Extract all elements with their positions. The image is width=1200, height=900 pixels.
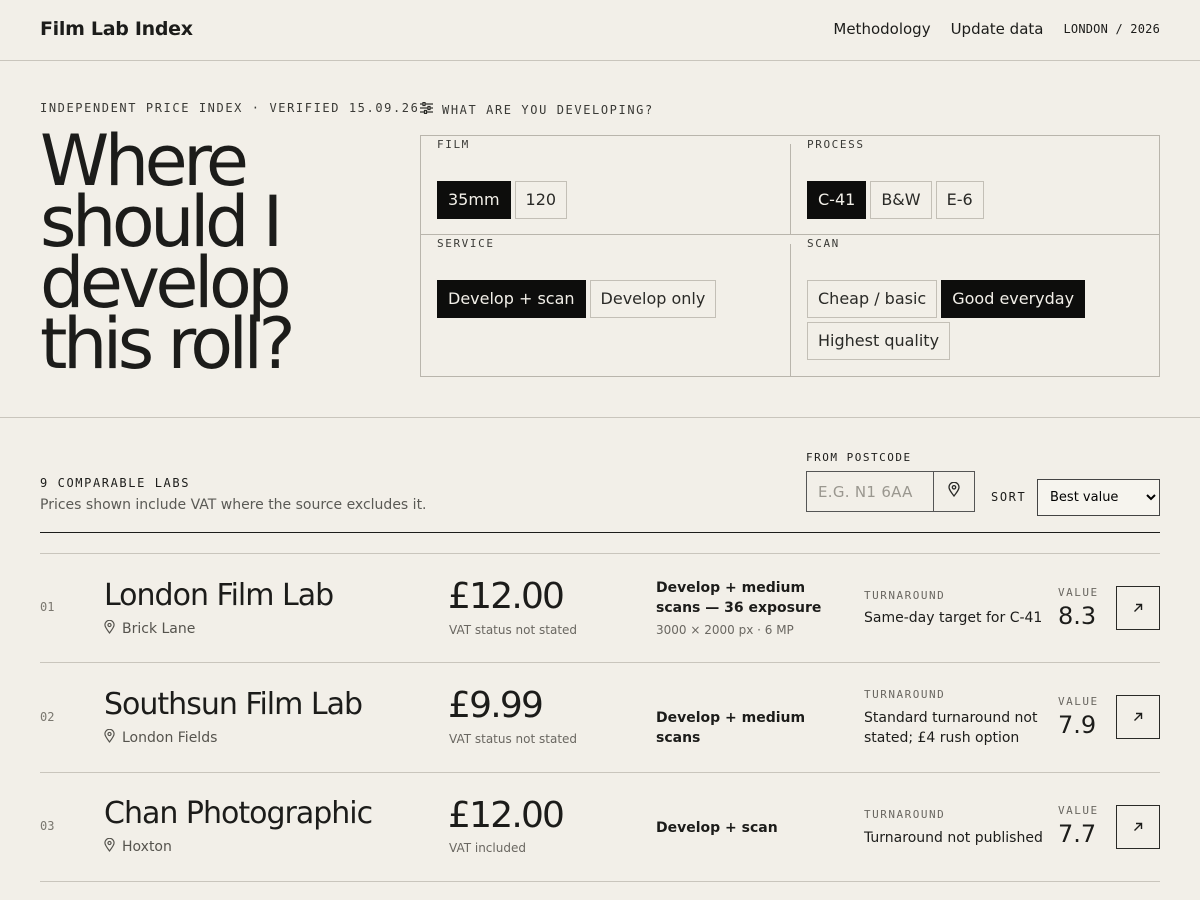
vat-status: VAT status not stated xyxy=(449,732,578,746)
locate-button[interactable] xyxy=(934,472,974,511)
service-description: Develop + medium scans — 36 exposure xyxy=(656,580,822,616)
scan-label: SCAN xyxy=(807,237,840,250)
process-option-e6[interactable]: E-6 xyxy=(935,181,984,219)
lab-name: London Film Lab xyxy=(104,578,334,613)
service-option-develop-only[interactable]: Develop only xyxy=(589,280,717,318)
value-label: VALUE xyxy=(1058,804,1099,817)
turnaround-value: Same-day target for C-41 xyxy=(864,610,1043,626)
vat-status: VAT included xyxy=(449,841,526,855)
lab-name: Chan Photographic xyxy=(104,796,373,831)
lab-area: Hoxton xyxy=(122,839,172,855)
sort-select[interactable]: Best value xyxy=(1037,479,1160,516)
hero-section: INDEPENDENT PRICE INDEX · VERIFIED 15.09… xyxy=(0,61,1200,418)
picker-title: WHAT ARE YOU DEVELOPING? xyxy=(420,101,654,117)
postcode-control xyxy=(806,471,975,512)
lab-price: £12.00 xyxy=(448,795,565,836)
film-group: FILM 35mm 120 xyxy=(421,136,790,234)
lab-row: 03 Chan Photographic Hoxton £12.00 VAT i… xyxy=(40,772,1160,882)
sort-label: SORT xyxy=(991,490,1027,504)
process-option-bw[interactable]: B&W xyxy=(870,181,932,219)
open-lab-button[interactable] xyxy=(1116,805,1160,849)
open-lab-button[interactable] xyxy=(1116,695,1160,739)
scan-group: SCAN Cheap / basic Good everyday Highest… xyxy=(791,235,1159,376)
top-bar: Film Lab Index Methodology Update data L… xyxy=(0,0,1200,61)
turnaround-value: Turnaround not published xyxy=(864,830,1043,846)
open-lab-button[interactable] xyxy=(1116,586,1160,630)
scan-option-good[interactable]: Good everyday xyxy=(941,280,1086,318)
film-option-35mm[interactable]: 35mm xyxy=(437,181,511,219)
lab-location: London Fields xyxy=(104,728,218,747)
map-pin-icon xyxy=(104,837,115,856)
lab-name: Southsun Film Lab xyxy=(104,687,363,722)
map-pin-icon xyxy=(948,481,960,501)
lab-rank: 01 xyxy=(40,600,55,614)
lab-area: Brick Lane xyxy=(122,621,196,637)
lab-row: 02 Southsun Film Lab London Fields £9.99… xyxy=(40,662,1160,772)
lab-price: £9.99 xyxy=(448,685,544,726)
turnaround-value: Standard turnaround not stated; £4 rush … xyxy=(864,710,1038,746)
film-label: FILM xyxy=(437,138,470,151)
lab-row: 01 London Film Lab Brick Lane £12.00 VAT… xyxy=(40,553,1160,663)
arrow-up-right-icon xyxy=(1133,710,1143,725)
process-group: PROCESS C-41 B&W E-6 xyxy=(791,136,1159,234)
arrow-up-right-icon xyxy=(1133,820,1143,835)
nav-methodology[interactable]: Methodology xyxy=(833,20,930,38)
value-label: VALUE xyxy=(1058,586,1099,599)
service-group: SERVICE Develop + scan Develop only xyxy=(421,235,790,376)
scan-option-cheap[interactable]: Cheap / basic xyxy=(807,280,938,318)
hero-eyebrow: INDEPENDENT PRICE INDEX · VERIFIED 15.09… xyxy=(40,101,420,115)
lab-rank: 02 xyxy=(40,710,55,724)
process-options: C-41 B&W E-6 xyxy=(807,181,984,219)
lab-location: Brick Lane xyxy=(104,619,196,638)
service-description: Develop + medium scans xyxy=(656,710,806,746)
lab-area: London Fields xyxy=(122,730,218,746)
film-options: 35mm 120 xyxy=(437,181,568,219)
postcode-label: FROM POSTCODE xyxy=(806,451,912,464)
picker-title-text: WHAT ARE YOU DEVELOPING? xyxy=(442,102,654,117)
arrow-up-right-icon xyxy=(1133,601,1143,616)
turnaround-label: TURNAROUND xyxy=(864,808,946,821)
location-label: LONDON / 2026 xyxy=(1063,22,1160,36)
lab-price: £12.00 xyxy=(448,576,565,617)
sliders-icon xyxy=(420,101,433,117)
scan-option-highest[interactable]: Highest quality xyxy=(807,322,951,360)
map-pin-icon xyxy=(104,619,115,638)
turnaround-label: TURNAROUND xyxy=(864,589,946,602)
brand-logo[interactable]: Film Lab Index xyxy=(40,18,193,40)
options-grid: FILM 35mm 120 PROCESS C-41 B&W E-6 SERVI… xyxy=(420,135,1160,377)
value-label: VALUE xyxy=(1058,695,1099,708)
value-score: 7.7 xyxy=(1058,820,1097,848)
lab-location: Hoxton xyxy=(104,837,172,856)
process-label: PROCESS xyxy=(807,138,865,151)
main-nav: Methodology Update data LONDON / 2026 xyxy=(833,20,1160,38)
page-title: Where should I develop this roll? xyxy=(40,120,296,385)
scan-resolution: 3000 × 2000 px · 6 MP xyxy=(656,623,794,637)
vat-status: VAT status not stated xyxy=(449,623,578,637)
value-score: 7.9 xyxy=(1058,711,1097,739)
service-options: Develop + scan Develop only xyxy=(437,280,717,318)
service-label: SERVICE xyxy=(437,237,495,250)
value-score: 8.3 xyxy=(1058,602,1097,630)
service-description: Develop + scan xyxy=(656,820,778,836)
results-divider xyxy=(40,532,1160,533)
process-option-c41[interactable]: C-41 xyxy=(807,181,867,219)
service-option-develop-scan[interactable]: Develop + scan xyxy=(437,280,586,318)
vat-note: Prices shown include VAT where the sourc… xyxy=(40,497,427,513)
film-option-120[interactable]: 120 xyxy=(514,181,568,219)
nav-update-data[interactable]: Update data xyxy=(951,20,1044,38)
lab-rank: 03 xyxy=(40,819,55,833)
results-count: 9 COMPARABLE LABS xyxy=(40,476,191,490)
scan-options: Cheap / basic Good everyday Highest qual… xyxy=(807,280,1107,360)
turnaround-label: TURNAROUND xyxy=(864,688,946,701)
map-pin-icon xyxy=(104,728,115,747)
postcode-input[interactable] xyxy=(807,472,934,511)
